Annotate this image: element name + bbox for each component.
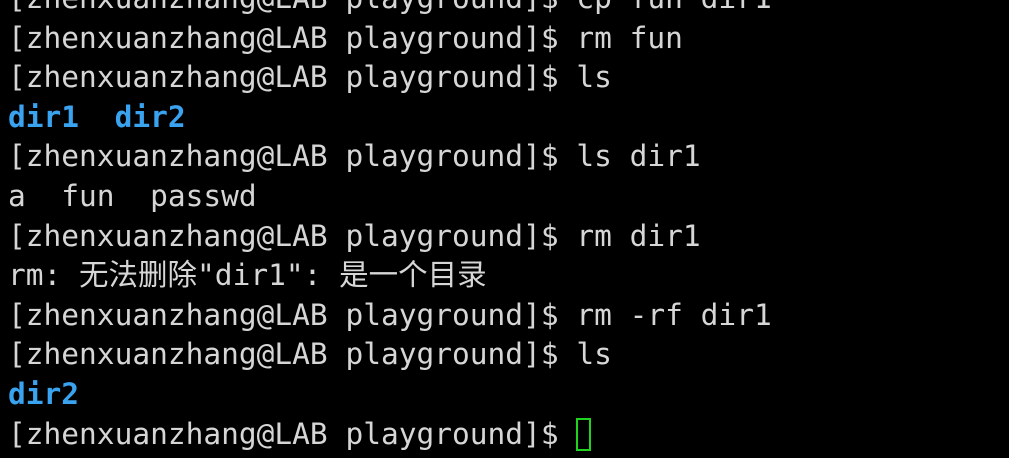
prompt: [zhenxuanzhang@LAB playground]$ <box>8 139 577 174</box>
command: rm fun <box>576 20 683 55</box>
terminal-line-ls-2-output: dir2 <box>8 375 772 415</box>
terminal-line-error: rm: 无法删除"dir1": 是一个目录 <box>8 256 772 296</box>
output-text: a fun passwd <box>8 178 257 213</box>
directory-entry: dir2 <box>8 376 80 411</box>
prompt: [zhenxuanzhang@LAB playground]$ <box>8 416 577 451</box>
prompt: [zhenxuanzhang@LAB playground]$ <box>8 60 577 95</box>
terminal-output: [zhenxuanzhang@LAB playground]$ cp fun d… <box>8 0 772 454</box>
prompt: [zhenxuanzhang@LAB playground]$ <box>8 297 577 332</box>
terminal-line-ls-dir1: [zhenxuanzhang@LAB playground]$ ls dir1 <box>8 137 772 177</box>
error-message: rm: 无法删除"dir1": 是一个目录 <box>8 258 487 293</box>
command: ls dir1 <box>576 139 701 174</box>
terminal-line-ls: [zhenxuanzhang@LAB playground]$ ls <box>8 58 772 98</box>
cursor-block-icon <box>576 417 592 451</box>
terminal-line-rm-dir1: [zhenxuanzhang@LAB playground]$ rm dir1 <box>8 217 772 257</box>
prompt: [zhenxuanzhang@LAB playground]$ <box>8 337 577 372</box>
terminal-line-ls-output: dir1 dir2 <box>8 98 772 138</box>
command: cp fun dir1 <box>576 0 771 15</box>
terminal-line-rm-fun: [zhenxuanzhang@LAB playground]$ rm fun <box>8 19 772 59</box>
terminal-line-ls-dir1-output: a fun passwd <box>8 177 772 217</box>
prompt: [zhenxuanzhang@LAB playground]$ <box>8 218 577 253</box>
terminal-window[interactable]: [zhenxuanzhang@LAB playground]$ cp fun d… <box>0 0 1009 458</box>
command: ls <box>576 337 612 372</box>
prompt: [zhenxuanzhang@LAB playground]$ <box>8 20 577 55</box>
directory-entry: dir2 <box>114 99 186 134</box>
prompt: [zhenxuanzhang@LAB playground]$ <box>8 0 576 15</box>
directory-entry: dir1 <box>8 99 80 134</box>
terminal-line-cp: [zhenxuanzhang@LAB playground]$ cp fun d… <box>8 0 772 19</box>
terminal-line-current[interactable]: [zhenxuanzhang@LAB playground]$ <box>8 415 772 455</box>
command: rm dir1 <box>576 218 701 253</box>
command: ls <box>576 60 612 95</box>
terminal-line-rm-rf: [zhenxuanzhang@LAB playground]$ rm -rf d… <box>8 296 772 336</box>
terminal-line-ls-2: [zhenxuanzhang@LAB playground]$ ls <box>8 335 772 375</box>
command: rm -rf dir1 <box>576 297 772 332</box>
